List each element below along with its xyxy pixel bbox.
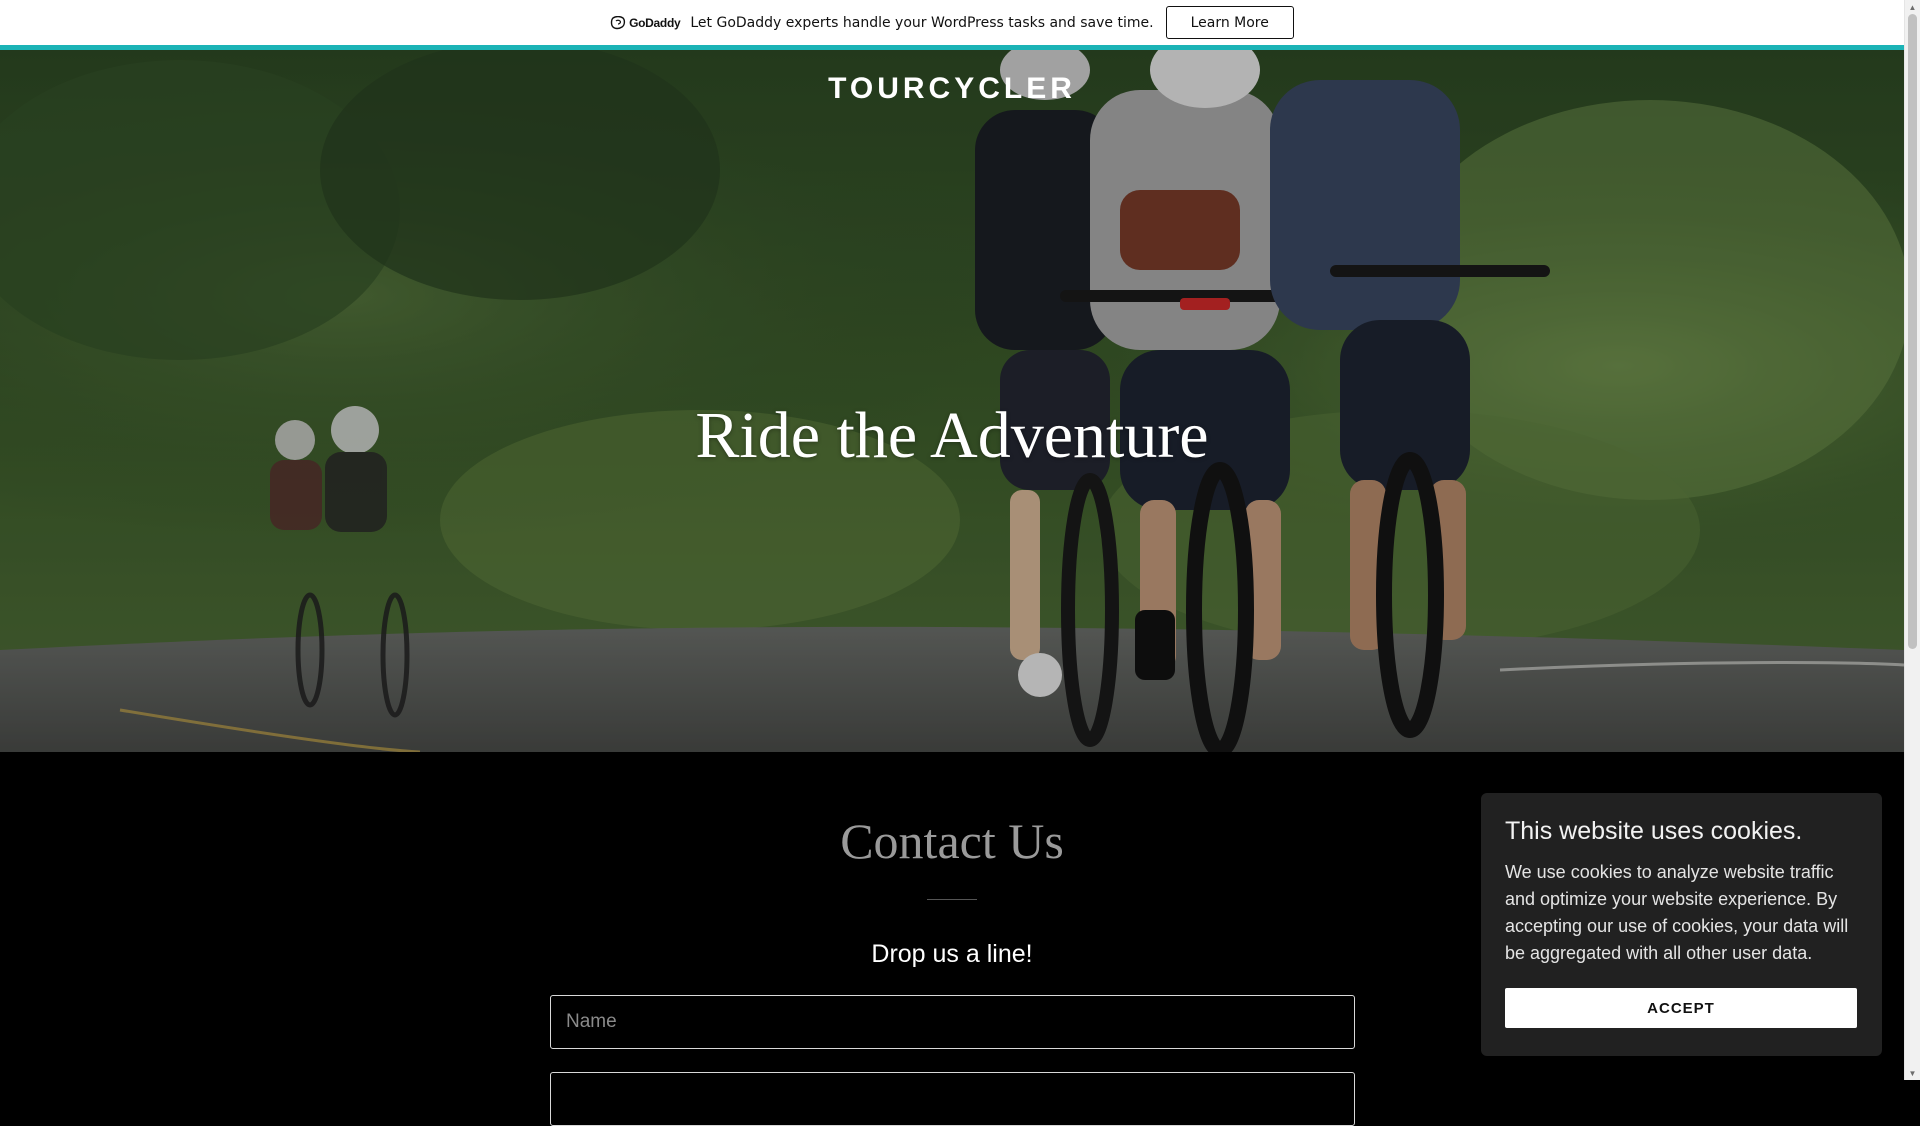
accept-cookies-button[interactable]: ACCEPT [1505,988,1857,1028]
section-divider [927,899,977,900]
godaddy-logo: GoDaddy [610,15,681,30]
cookie-title: This website uses cookies. [1505,817,1803,845]
hero-title: Ride the Adventure [695,399,1209,472]
name-field[interactable] [550,995,1355,1049]
godaddy-logo-icon [610,15,626,29]
scrollbar-thumb[interactable] [1908,14,1917,649]
email-field[interactable] [550,1072,1355,1126]
learn-more-button[interactable]: Learn More [1165,6,1294,39]
godaddy-logo-text: GoDaddy [629,15,681,30]
promo-message: Let GoDaddy experts handle your WordPres… [690,14,1154,31]
cookie-description: We use cookies to analyze website traffi… [1505,862,1849,963]
site-brand[interactable]: TOURCYCLER [0,72,1904,106]
promo-banner: GoDaddy Let GoDaddy experts handle your … [0,0,1904,45]
hero-section: TOURCYCLER Ride the Adventure [0,50,1904,752]
cookie-banner: This website uses cookies. We use cookie… [1481,793,1882,1056]
chevron-down-icon[interactable]: ▼ [1905,1066,1920,1080]
chevron-up-icon[interactable]: ▲ [1905,0,1920,14]
page-scrollbar[interactable]: ▲ ▼ [1904,0,1920,1080]
